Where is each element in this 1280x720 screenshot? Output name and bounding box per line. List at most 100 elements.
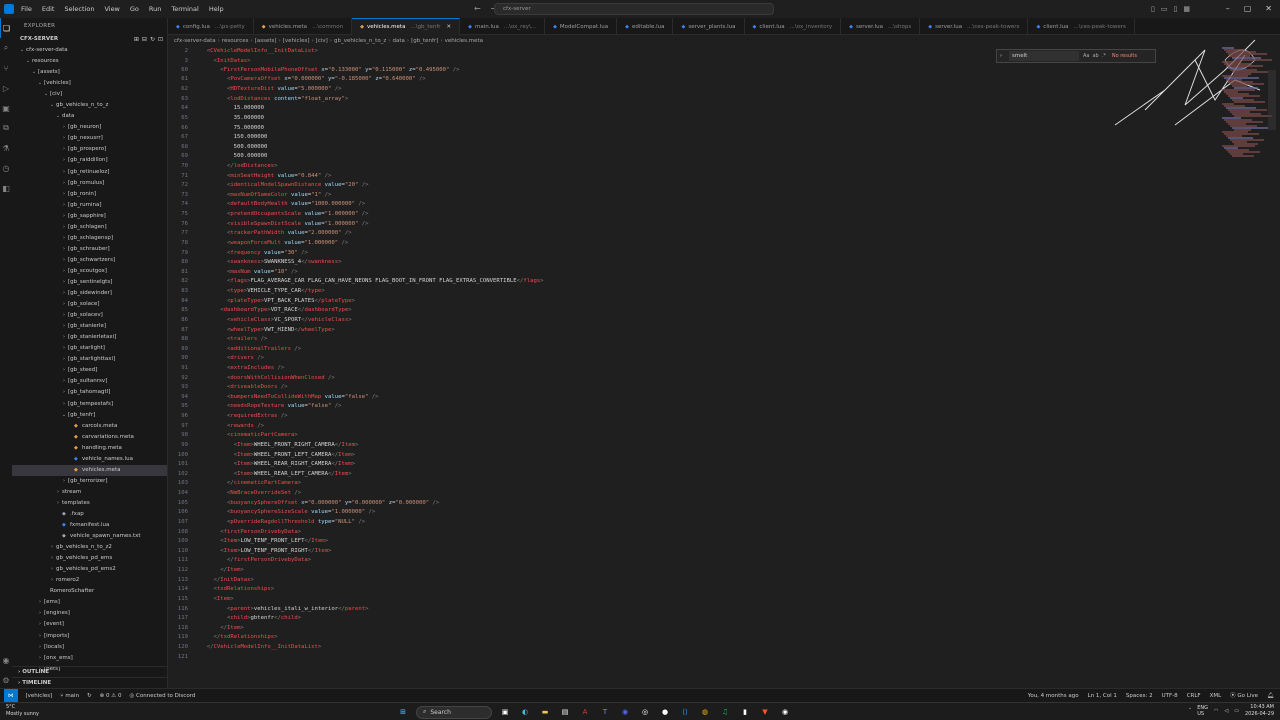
spotify-icon[interactable]: ♫ (718, 705, 732, 719)
editor-tab[interactable]: ◆ ModelCompat.lua (545, 18, 618, 35)
store-icon[interactable]: ▤ (558, 705, 572, 719)
code-line[interactable]: 67 150.000000 (168, 133, 1168, 143)
code-line[interactable]: 104 <NmBraceOverrideSet /> (168, 489, 1168, 499)
code-editor[interactable]: 2 <CVehicleModelInfo__InitDataList> 3 <In… (168, 47, 1280, 688)
code-line[interactable]: 74 <defaultBodyHealth value="1000.000000… (168, 200, 1168, 210)
breadcrumb-item[interactable]: data (393, 35, 405, 47)
code-line[interactable]: 93 <driveableDoors /> (168, 383, 1168, 393)
cursor-position[interactable]: Ln 1, Col 1 (1088, 689, 1117, 703)
code-line[interactable]: 66 75.000000 (168, 124, 1168, 134)
tree-folder[interactable]: ⌄ cfx-server-data (12, 45, 167, 56)
notifications-bell-icon[interactable]: 🔔︎ (1267, 689, 1274, 703)
code-line[interactable]: 107 <pOverrideRagdollThreshold type="NUL… (168, 518, 1168, 528)
code-line[interactable]: 81 <maxNum value="10" /> (168, 268, 1168, 278)
code-line[interactable]: 96 <requiredExtras /> (168, 412, 1168, 422)
tree-folder[interactable]: › [gb_rumina] (12, 200, 167, 211)
obs-icon[interactable]: ◉ (778, 705, 792, 719)
code-line[interactable]: 98 <cinematicPartCamera> (168, 431, 1168, 441)
tree-file[interactable]: ◆ carcols.meta (12, 421, 167, 432)
tree-folder[interactable]: › gb_vehicles_n_to_z2 (12, 542, 167, 553)
menu-help[interactable]: Help (204, 0, 229, 18)
tree-folder[interactable]: › templates (12, 498, 167, 509)
code-line[interactable]: 83 <type>VEHICLE_TYPE_CAR</type> (168, 287, 1168, 297)
sync-icon[interactable]: ↻ (87, 693, 92, 699)
code-line[interactable]: 112 </Item> (168, 566, 1168, 576)
code-line[interactable]: 90 <drivers /> (168, 354, 1168, 364)
tree-folder[interactable]: › [gb_schrauber] (12, 244, 167, 255)
code-line[interactable]: 62 <HDTextureDist value="5.000000" /> (168, 85, 1168, 95)
file-explorer-icon[interactable]: ▬ (538, 705, 552, 719)
tree-folder[interactable]: › [gb_stanierletaxi] (12, 332, 167, 343)
steam-icon[interactable]: ◎ (638, 705, 652, 719)
taskbar-search[interactable]: ⌕ Search (416, 705, 492, 719)
editor-tab[interactable]: ◆ client.lua ...\ox_inventory (745, 18, 842, 35)
explorer-icon[interactable]: ❏ (0, 18, 12, 38)
problems-indicator[interactable]: ⊗ 0 ⚠ 0 (100, 693, 122, 699)
tree-folder[interactable]: ⌄ gb_vehicles_n_to_z (12, 100, 167, 111)
tree-folder[interactable]: › [gb_nexusrr] (12, 133, 167, 144)
minimap[interactable] (1218, 47, 1272, 167)
breadcrumb-item[interactable]: vehicles.meta (445, 35, 483, 47)
tree-folder[interactable]: › [gb_starlight] (12, 343, 167, 354)
volume-icon[interactable]: ◁ (1224, 708, 1228, 714)
edge-icon[interactable]: ◐ (518, 705, 532, 719)
editor-tab[interactable]: ◆ main.lua ...\ox_rey\... (460, 18, 546, 35)
tree-folder[interactable]: › [gb_sentinelgts] (12, 277, 167, 288)
code-line[interactable]: 82 <flags>FLAG_AVERAGE_CAR FLAG_CAN_HAVE… (168, 277, 1168, 287)
editor-tab[interactable]: ◆ vehicles.meta ...\gb_tenfr ✕ (352, 18, 461, 35)
editor-tab[interactable]: ◆ vehicles.meta ...\common (254, 18, 353, 35)
breadcrumb-item[interactable]: [vehicles] (283, 35, 310, 47)
terminal-icon[interactable]: ▮ (738, 705, 752, 719)
tree-folder[interactable]: › [gb_solacev] (12, 310, 167, 321)
tree-folder[interactable]: › [ems] (12, 597, 167, 608)
remote-indicator-icon[interactable]: ⋈ (4, 688, 18, 703)
find-input[interactable]: smelt (1009, 51, 1079, 61)
vscode-icon[interactable]: ⟨⟩ (678, 705, 692, 719)
code-line[interactable]: 68 500.000000 (168, 143, 1168, 153)
run-debug-icon[interactable]: ▷ (0, 78, 12, 98)
code-line[interactable]: 85 <dashboardType>VDT_RACE</dashboardTyp… (168, 306, 1168, 316)
code-line[interactable]: 63 <lodDistances content="float_array"> (168, 95, 1168, 105)
lang-indicator[interactable]: ENG US (1197, 705, 1208, 717)
tree-folder[interactable]: RomeroSchafter (12, 586, 167, 597)
code-line[interactable]: 113 </InitDatas> (168, 576, 1168, 586)
account-icon[interactable]: ◉ (0, 650, 12, 670)
code-line[interactable]: 75 <pretendOccupantsScale value="1.00000… (168, 210, 1168, 220)
tree-file[interactable]: ◆ vehicle_spawn_names.txt (12, 531, 167, 542)
weather-widget[interactable]: 5°C Mostly sunny (6, 704, 39, 718)
tree-folder[interactable]: › [gb_retinueloz] (12, 167, 167, 178)
encoding[interactable]: UTF-8 (1162, 689, 1178, 703)
editor-tab[interactable]: ◆ server_plants.lua (673, 18, 745, 35)
battery-icon[interactable]: ▭ (1234, 708, 1239, 714)
end-of-line[interactable]: CRLF (1187, 689, 1201, 703)
close-window-icon[interactable]: ✕ (1265, 0, 1272, 18)
tree-folder[interactable]: › [gb_scoutgox] (12, 266, 167, 277)
code-line[interactable]: 120 </CVehicleModelInfo__InitDataList> (168, 643, 1168, 653)
code-line[interactable]: 79 <frequency value="30" /> (168, 249, 1168, 259)
code-line[interactable]: 111 </firstPersonDrivebyData> (168, 556, 1168, 566)
code-line[interactable]: 65 35.000000 (168, 114, 1168, 124)
code-line[interactable]: 102 <Item>WHEEL_REAR_LEFT_CAMERA</Item> (168, 470, 1168, 480)
minimize-icon[interactable]: – (1226, 0, 1230, 18)
code-line[interactable]: 60 <FirstPersonMobilePhoneOffset x="0.13… (168, 66, 1168, 76)
discord-status[interactable]: ◎ Connected to Discord (129, 693, 195, 699)
new-folder-icon[interactable]: ⊟ (142, 34, 147, 45)
code-line[interactable]: 109 <Item>LOW_TENF_FRONT_LEFT</Item> (168, 537, 1168, 547)
tree-folder[interactable]: ⌄ resources (12, 56, 167, 67)
code-line[interactable]: 94 <bumpersNeedToCollideWithMap value="f… (168, 393, 1168, 403)
git-blame[interactable]: You, 4 months ago (1028, 689, 1079, 703)
code-line[interactable]: 88 <trailers /> (168, 335, 1168, 345)
remote-explorer-icon[interactable]: ⧉ (0, 118, 12, 138)
tree-folder[interactable]: ⌄ data (12, 111, 167, 122)
tree-folder[interactable]: › [gb_romulus] (12, 178, 167, 189)
code-line[interactable]: 87 <wheelType>VWT_HIEND</wheelType> (168, 326, 1168, 336)
tree-folder[interactable]: ⌄ [assets] (12, 67, 167, 78)
breadcrumb-item[interactable]: resources (222, 35, 249, 47)
tree-folder[interactable]: › [engines] (12, 608, 167, 619)
search-icon[interactable]: ⌕ (0, 38, 12, 58)
menu-run[interactable]: Run (144, 0, 166, 18)
toggle-panel-icon[interactable]: ▭ (1161, 0, 1168, 18)
tree-folder[interactable]: › stream (12, 487, 167, 498)
code-line[interactable]: 95 <needsRopeTexture value="false" /> (168, 402, 1168, 412)
editor-tab[interactable]: ◆ server.lua ...\ces-peak-towers (920, 18, 1029, 35)
